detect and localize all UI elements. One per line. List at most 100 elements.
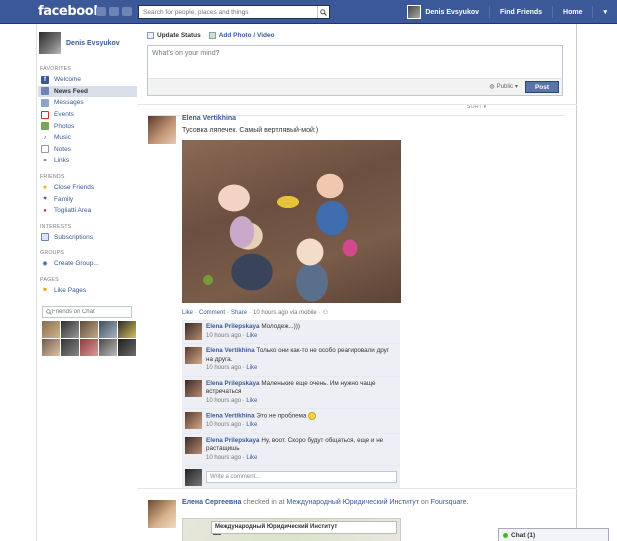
avatar[interactable] xyxy=(185,412,202,429)
add-photo-tab[interactable]: Add Photo / Video xyxy=(208,31,275,39)
separator: · xyxy=(227,309,230,316)
comment-body: Elena Prilepskaya Ну, воот. Скоро будут … xyxy=(206,434,400,466)
account-menu-button[interactable]: ▾ xyxy=(603,8,607,16)
sidebar-item-news-feed[interactable]: News Feed xyxy=(38,85,137,98)
checkin-text: checked in at xyxy=(243,499,285,506)
status-input[interactable]: What's on your mind? xyxy=(148,46,562,78)
sidebar-item-links[interactable]: ⚭ Links xyxy=(38,155,137,167)
facebook-logo[interactable]: facebook xyxy=(38,4,102,19)
home-link[interactable]: Home xyxy=(563,9,582,16)
find-friends-link[interactable]: Find Friends xyxy=(500,9,542,16)
sidebar-item-label: Notes xyxy=(54,145,71,153)
sidebar-profile[interactable]: Denis Evsyukov xyxy=(38,30,137,56)
friends-heading: FRIENDS xyxy=(40,173,65,180)
comment-author[interactable]: Elena Prilepskaya xyxy=(206,323,260,330)
like-link[interactable]: Like xyxy=(182,310,193,316)
comment-body: Elena Vertikhina Это не проблема 10 hour… xyxy=(206,409,400,433)
comment-time: 10 hours ago xyxy=(206,454,242,461)
avatar[interactable] xyxy=(185,347,202,364)
comment-author[interactable]: Elena Vertikhina xyxy=(206,413,255,420)
story-message: Тусовка ляпечек. Самый вертлявый-мой:) xyxy=(182,127,319,134)
sidebar-item-close-friends[interactable]: ★ Close Friends xyxy=(38,182,137,194)
sidebar-item-family[interactable]: ♥ Family xyxy=(38,193,137,205)
comment-meta: 10 hours ago · Like xyxy=(206,365,258,371)
sidebar-item-subscriptions[interactable]: Subscriptions xyxy=(38,232,137,244)
comment-author[interactable]: Elena Prilepskaya xyxy=(206,380,260,387)
profile-name[interactable]: Denis Evsyukov xyxy=(66,40,120,47)
tab-label: Update Status xyxy=(157,31,201,39)
avatar[interactable] xyxy=(185,436,202,454)
app-link[interactable]: Foursquare. xyxy=(431,499,469,506)
post-button[interactable]: Post xyxy=(525,81,559,93)
story-author[interactable]: Елена Сергеевна xyxy=(182,499,241,506)
on-text: on xyxy=(420,499,429,506)
share-link[interactable]: Share xyxy=(231,310,247,316)
notifications-icon[interactable] xyxy=(122,7,132,16)
sidebar-item-togliatti-area[interactable]: ● Togliatti Area xyxy=(38,205,137,217)
friend-avatar[interactable] xyxy=(80,339,98,357)
friend-avatar[interactable] xyxy=(118,321,136,339)
globe-icon: ◍ xyxy=(489,84,495,90)
comment-input[interactable]: Write a comment... xyxy=(206,471,397,484)
comment-author[interactable]: Elena Prilepskaya xyxy=(206,437,260,444)
friend-requests-icon[interactable] xyxy=(96,7,106,16)
comment-like-link[interactable]: Like xyxy=(246,455,257,461)
sidebar-item-like-pages[interactable]: ⚑ Like Pages xyxy=(38,285,137,297)
sidebar-item-notes[interactable]: Notes xyxy=(38,144,137,156)
avatar[interactable] xyxy=(185,323,202,340)
sidebar-item-welcome[interactable]: f Welcome xyxy=(38,74,137,86)
comment-like-link[interactable]: Like xyxy=(246,398,257,404)
user-avatar[interactable] xyxy=(407,5,422,19)
comments-panel: Elena Prilepskaya Молодеж...))) 10 hours … xyxy=(182,320,400,489)
update-status-tab[interactable]: Update Status xyxy=(147,31,201,39)
events-icon xyxy=(41,110,49,119)
comment-author[interactable]: Elena Vertikhina xyxy=(206,347,255,354)
sidebar-item-messages[interactable]: Messages xyxy=(38,97,137,109)
avatar[interactable] xyxy=(148,500,176,528)
comment-like-link[interactable]: Like xyxy=(246,333,257,339)
privacy-selector[interactable]: ◍ Public ▾ xyxy=(489,83,518,91)
chat-search-input[interactable] xyxy=(51,309,131,316)
comment-time: 10 hours ago xyxy=(206,422,242,429)
search-input[interactable] xyxy=(139,6,317,18)
search-icon xyxy=(320,8,327,16)
sidebar-item-label: Music xyxy=(54,134,71,142)
friend-avatar[interactable] xyxy=(99,339,117,357)
comment-like-link[interactable]: Like xyxy=(246,422,257,428)
story-photo[interactable] xyxy=(182,140,401,303)
checkin-map[interactable]: Международный Юридический Институт xyxy=(182,518,401,541)
avatar[interactable] xyxy=(39,32,61,54)
group-icon: ◉ xyxy=(42,260,48,267)
friend-avatar[interactable] xyxy=(42,321,60,339)
user-name-link[interactable]: Denis Evsyukov xyxy=(425,9,479,16)
avatar[interactable] xyxy=(148,116,176,144)
comment-time: 10 hours ago xyxy=(206,365,242,371)
comment-like-link[interactable]: Like xyxy=(246,365,257,371)
friend-avatar[interactable] xyxy=(80,321,98,339)
comment-link[interactable]: Comment xyxy=(199,310,225,316)
friend-avatar[interactable] xyxy=(42,339,60,357)
links-icon: ⚭ xyxy=(42,157,48,164)
status-icon xyxy=(147,31,154,39)
sidebar-item-events[interactable]: Events xyxy=(38,109,137,121)
messages-icon[interactable] xyxy=(109,7,119,16)
friend-avatar[interactable] xyxy=(118,339,136,357)
sidebar-item-create-group[interactable]: ◉ Create Group... xyxy=(38,258,137,270)
story-author[interactable]: Elena Vertikhina xyxy=(182,115,401,122)
sidebar-item-photos[interactable]: Photos xyxy=(38,120,137,132)
place-link[interactable]: Международный Юридический Институт xyxy=(287,499,419,506)
photos-icon xyxy=(41,122,49,131)
chat-bar[interactable]: Chat (1) xyxy=(498,528,609,541)
map-place-label[interactable]: Международный Юридический Институт xyxy=(211,521,397,534)
comment-body: Elena Prilepskaya Молодеж...))) 10 hours … xyxy=(206,320,400,343)
friend-avatar[interactable] xyxy=(61,339,79,357)
avatar[interactable] xyxy=(185,379,202,397)
location-icon: ● xyxy=(43,207,47,214)
photo-icon xyxy=(208,31,216,39)
friend-avatar[interactable] xyxy=(99,321,117,339)
sidebar-item-music[interactable]: ♪ Music xyxy=(38,132,137,144)
left-sidebar: Denis Evsyukov FAVORITES f Welcome News F… xyxy=(38,30,137,357)
sidebar-item-label: Family xyxy=(54,195,74,203)
friend-avatar[interactable] xyxy=(61,321,79,339)
search-button[interactable] xyxy=(317,6,329,18)
